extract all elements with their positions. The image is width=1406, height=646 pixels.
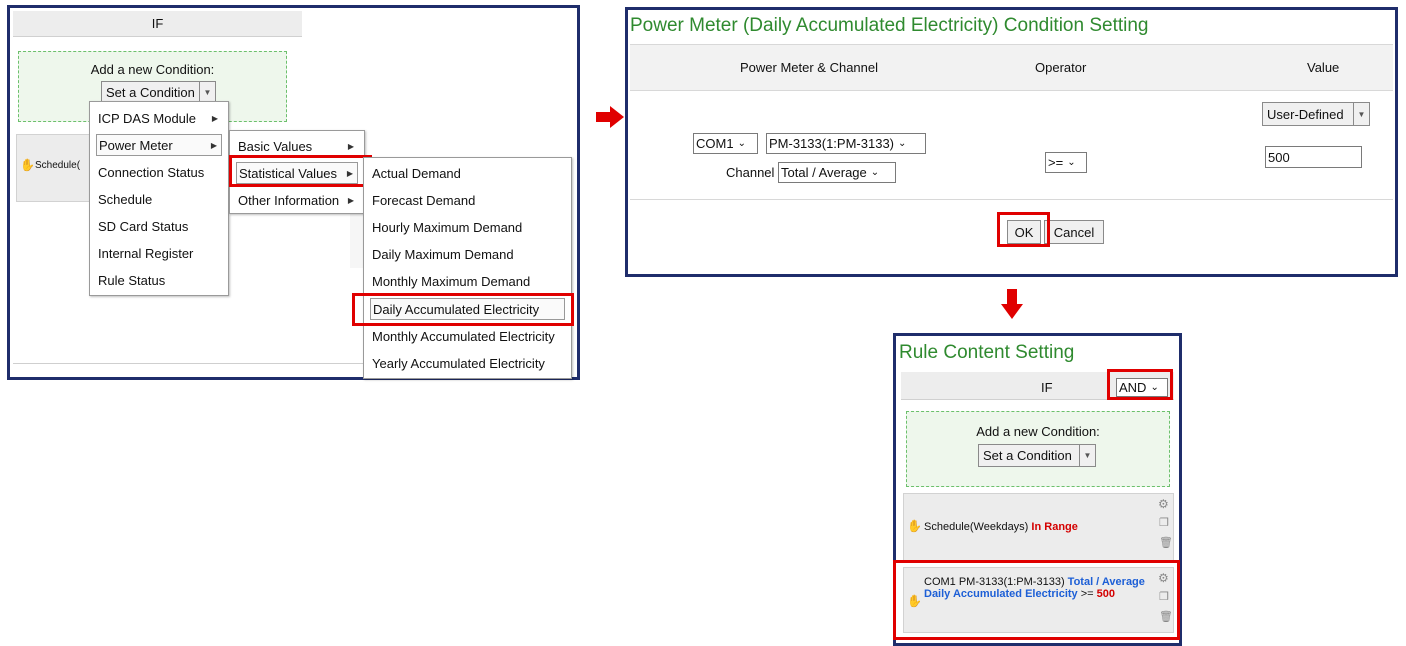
add-condition-label: Add a new Condition: [90, 62, 215, 77]
operator-select[interactable]: >= ⌄ [1045, 152, 1087, 173]
chevron-down-icon: ⌄ [737, 138, 746, 149]
col-header-meter: Power Meter & Channel [740, 60, 879, 75]
chevron-down-icon: ▼ [1353, 103, 1369, 125]
menu-item-daily-maximum-demand[interactable]: Daily Maximum Demand [370, 243, 565, 265]
if-header-bar: IF [13, 11, 302, 37]
channel-select[interactable]: Total / Average ⌄ [778, 162, 896, 183]
menu-item-forecast-demand[interactable]: Forecast Demand [370, 189, 565, 211]
condition-type-menu: ICP DAS Module ▶ Power Meter ▶ Connection … [89, 101, 229, 296]
chevron-down-icon: ⌄ [870, 167, 880, 178]
menu-item-power-meter[interactable]: Power Meter ▶ [96, 134, 222, 156]
menu-item-other-information[interactable]: Other Information ▶ [236, 189, 358, 211]
statistical-values-highlight [229, 155, 372, 187]
chevron-down-icon: ⌄ [1067, 157, 1076, 168]
menu-item-basic-values[interactable]: Basic Values ▶ [236, 135, 358, 157]
menu-item-sd-card-status[interactable]: SD Card Status [96, 215, 222, 237]
value-mode-select[interactable]: User-Defined ▼ [1262, 102, 1370, 126]
set-condition-label: Set a Condition [106, 84, 195, 100]
menu-item-monthly-accumulated-electricity[interactable]: Monthly Accumulated Electricity [370, 325, 565, 347]
daily-accumulated-highlight [352, 293, 574, 326]
statistical-values-submenu: Actual Demand Forecast Demand Hourly Max… [363, 157, 572, 379]
submenu-arrow-icon: ▶ [347, 195, 354, 205]
rule-set-condition-button[interactable]: Set a Condition ▼ [978, 444, 1096, 467]
hand-drag-icon[interactable]: ✋ [907, 519, 922, 533]
col-header-value: Value [1307, 60, 1340, 75]
if-header: IF [151, 16, 164, 31]
new-condition-highlight [893, 560, 1180, 640]
value-input[interactable]: 500 [1265, 146, 1362, 168]
menu-item-icp-das-module[interactable]: ICP DAS Module ▶ [96, 107, 222, 129]
submenu-arrow-icon: ▶ [210, 140, 217, 150]
trash-icon[interactable]: 🗑 [1159, 536, 1173, 549]
rule-add-condition-box: Add a new Condition: Set a Condition ▼ [906, 411, 1170, 487]
logic-operator-highlight [1107, 369, 1173, 400]
cancel-button[interactable]: Cancel [1044, 220, 1104, 244]
hand-drag-icon[interactable]: ✋ [20, 158, 35, 172]
menu-item-actual-demand[interactable]: Actual Demand [370, 162, 565, 184]
rule-add-condition-label: Add a new Condition: [976, 424, 1100, 439]
menu-item-schedule[interactable]: Schedule [96, 188, 222, 210]
condition-row-schedule: ✋ Schedule(Weekdays) In Range ⚙ ❐ 🗑 [903, 493, 1174, 561]
schedule-partial-label: Schedule( [35, 160, 81, 171]
bottom-divider [13, 363, 373, 364]
com-port-select[interactable]: COM1 ⌄ [693, 133, 758, 154]
dialog-divider [630, 199, 1393, 200]
dialog-header-row: Power Meter & Channel Operator Value [630, 44, 1393, 91]
flow-arrow-right-icon [596, 106, 624, 128]
copy-icon[interactable]: ❐ [1159, 516, 1169, 529]
channel-label: Channel [726, 165, 775, 180]
ok-button-highlight [997, 212, 1050, 247]
col-header-operator: Operator [1035, 60, 1087, 75]
menu-item-rule-status[interactable]: Rule Status [96, 269, 222, 291]
rule-panel-title: Rule Content Setting [899, 342, 1075, 363]
menu-item-monthly-maximum-demand[interactable]: Monthly Maximum Demand [370, 270, 565, 292]
gear-icon[interactable]: ⚙ [1158, 497, 1169, 511]
menu-item-yearly-accumulated-electricity[interactable]: Yearly Accumulated Electricity [370, 352, 565, 374]
flow-arrow-down-icon [1001, 289, 1023, 319]
menu-item-connection-status[interactable]: Connection Status [96, 161, 222, 183]
chevron-down-icon: ▼ [199, 82, 215, 102]
condition1-text: Schedule(Weekdays) In Range [924, 521, 1078, 533]
menu-item-internal-register[interactable]: Internal Register [96, 242, 222, 264]
condition1-state: In Range [1031, 521, 1078, 533]
condition1-name: Schedule(Weekdays) [924, 521, 1029, 533]
submenu-arrow-icon: ▶ [211, 113, 218, 123]
dialog-title: Power Meter (Daily Accumulated Electrici… [630, 15, 1149, 36]
set-condition-button[interactable]: Set a Condition ▼ [101, 81, 216, 103]
submenu-arrow-icon: ▶ [347, 141, 354, 151]
chevron-down-icon: ▼ [1079, 445, 1095, 466]
chevron-down-icon: ⌄ [898, 138, 907, 149]
rule-if-header: IF [1041, 380, 1053, 395]
meter-model-select[interactable]: PM-3133(1:PM-3133) ⌄ [766, 133, 926, 154]
menu-item-hourly-maximum-demand[interactable]: Hourly Maximum Demand [370, 216, 565, 238]
rule-set-condition-label: Set a Condition [983, 448, 1072, 463]
